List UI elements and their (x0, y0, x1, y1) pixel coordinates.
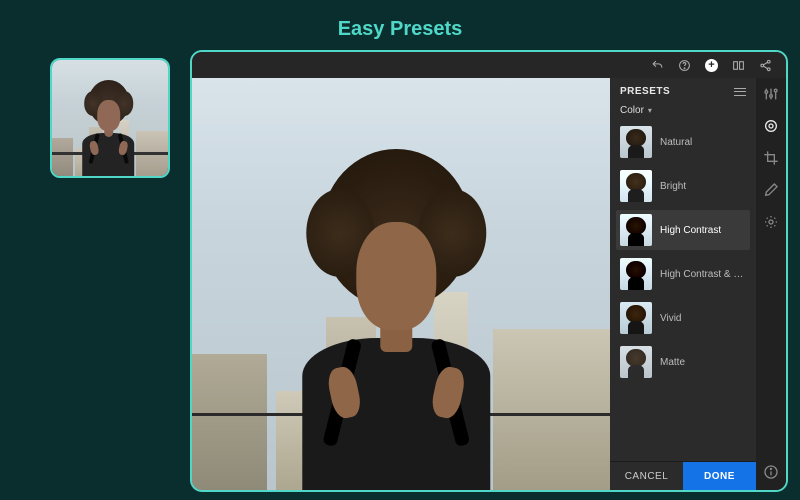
preset-label: Natural (660, 137, 692, 148)
presets-panel: PRESETS Color ▾ Natural Bright High Contra… (610, 78, 756, 490)
preset-list: Natural Bright High Contrast High Contrast … (610, 122, 756, 461)
undo-icon[interactable] (651, 59, 664, 72)
preset-item[interactable]: High Contrast (616, 210, 750, 250)
app-window: + PRESETS (190, 50, 788, 492)
preset-thumb (620, 214, 652, 246)
preset-label: Bright (660, 181, 686, 192)
preset-item[interactable]: Matte (616, 342, 750, 382)
before-thumbnail (50, 58, 170, 178)
tool-rail (756, 78, 786, 490)
preset-label: High Contrast (660, 225, 721, 236)
preset-label: Vivid (660, 313, 682, 324)
preset-thumb (620, 126, 652, 158)
cancel-button[interactable]: CANCEL (610, 462, 683, 490)
category-label: Color (620, 105, 644, 116)
preset-item[interactable]: Natural (616, 122, 750, 162)
preset-thumb (620, 346, 652, 378)
top-toolbar: + (192, 52, 786, 78)
edit-sliders-icon[interactable] (763, 86, 779, 102)
page-title: Easy Presets (0, 0, 800, 51)
help-icon[interactable] (678, 59, 691, 72)
share-icon[interactable] (759, 59, 772, 72)
preset-item[interactable]: Vivid (616, 298, 750, 338)
preset-label: High Contrast & Detail (660, 269, 746, 280)
preset-thumb (620, 302, 652, 334)
panel-title: PRESETS (620, 86, 670, 97)
preset-category-dropdown[interactable]: Color ▾ (610, 103, 756, 122)
compare-icon[interactable] (732, 59, 745, 72)
done-button[interactable]: DONE (683, 462, 756, 490)
add-icon[interactable]: + (705, 59, 718, 72)
image-canvas[interactable] (192, 78, 610, 490)
chevron-down-icon: ▾ (648, 106, 652, 115)
preset-item[interactable]: High Contrast & Detail (616, 254, 750, 294)
preset-label: Matte (660, 357, 685, 368)
panel-menu-icon[interactable] (734, 88, 746, 96)
preset-thumb (620, 258, 652, 290)
preset-item[interactable]: Bright (616, 166, 750, 206)
crop-icon[interactable] (763, 150, 779, 166)
info-icon[interactable] (763, 464, 779, 480)
preset-thumb (620, 170, 652, 202)
brush-icon[interactable] (763, 182, 779, 198)
presets-tool-icon[interactable] (763, 118, 779, 134)
radial-icon[interactable] (763, 214, 779, 230)
